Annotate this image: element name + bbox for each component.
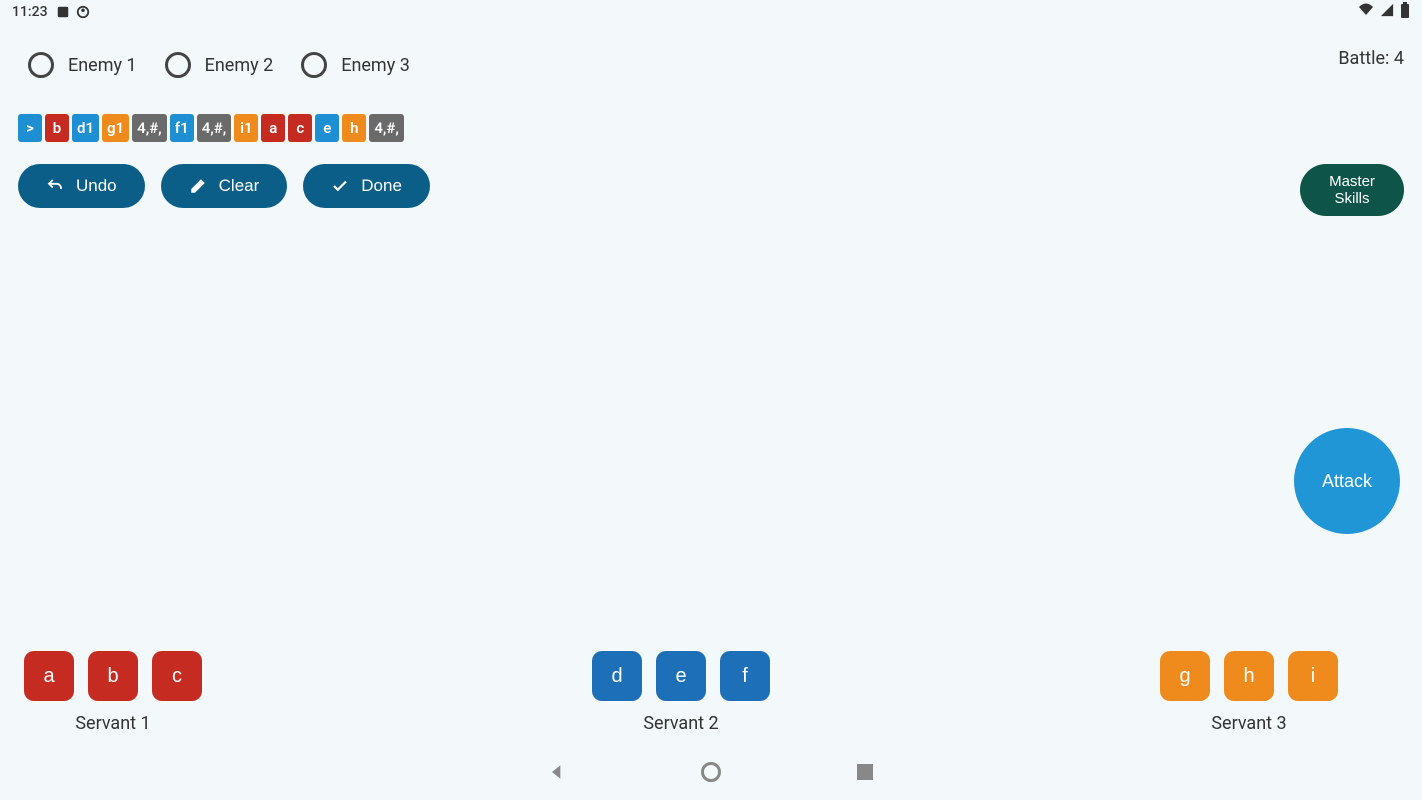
servant-group-2: d e f Servant 2 xyxy=(592,651,770,734)
master-skills-line1: Master xyxy=(1329,173,1375,190)
status-right xyxy=(1358,2,1410,22)
battle-counter: Battle: 4 xyxy=(1338,48,1404,69)
done-label: Done xyxy=(361,176,402,196)
enemy-label: Enemy 2 xyxy=(205,55,274,76)
radio-icon xyxy=(301,52,327,78)
action-buttons-row: Undo Clear Done xyxy=(18,164,430,208)
skill-a-button[interactable]: a xyxy=(24,651,74,701)
skill-d-button[interactable]: d xyxy=(592,651,642,701)
enemy-radio-2[interactable]: Enemy 2 xyxy=(165,52,274,78)
status-time: 11:23 xyxy=(12,4,48,20)
system-nav-bar xyxy=(0,744,1422,800)
attack-button[interactable]: Attack xyxy=(1294,428,1400,534)
skill-c-button[interactable]: c xyxy=(152,651,202,701)
skill-i-button[interactable]: i xyxy=(1288,651,1338,701)
enemy-radio-3[interactable]: Enemy 3 xyxy=(301,52,410,78)
enemy-radio-1[interactable]: Enemy 1 xyxy=(28,52,137,78)
app-icon xyxy=(56,5,70,19)
servant-2-skills: d e f xyxy=(592,651,770,701)
servant-1-label: Servant 1 xyxy=(75,713,150,734)
clear-button[interactable]: Clear xyxy=(161,164,288,208)
check-icon xyxy=(331,177,349,195)
seq-chip[interactable]: h xyxy=(342,114,366,142)
seq-chip[interactable]: 4,#, xyxy=(132,114,167,142)
signal-icon xyxy=(1380,3,1394,21)
undo-icon xyxy=(46,177,64,195)
servant-1-skills: a b c xyxy=(24,651,202,701)
attack-label: Attack xyxy=(1322,471,1372,491)
skill-b-button[interactable]: b xyxy=(88,651,138,701)
seq-chip[interactable]: g1 xyxy=(102,114,129,142)
square-icon xyxy=(857,764,873,780)
servant-group-3: g h i Servant 3 xyxy=(1160,651,1338,734)
nav-home-button[interactable] xyxy=(699,760,723,784)
skill-e-button[interactable]: e xyxy=(656,651,706,701)
seq-chip[interactable]: a xyxy=(261,114,285,142)
battle-label: Battle: xyxy=(1338,48,1389,69)
done-button[interactable]: Done xyxy=(303,164,430,208)
seq-chip[interactable]: d1 xyxy=(72,114,99,142)
servants-row: a b c Servant 1 d e f Servant 2 g h i Se… xyxy=(0,651,1422,734)
profile-icon xyxy=(76,5,90,19)
skill-h-button[interactable]: h xyxy=(1224,651,1274,701)
seq-chip[interactable]: f1 xyxy=(170,114,194,142)
circle-icon xyxy=(701,762,721,782)
seq-chip[interactable]: 4,#, xyxy=(369,114,404,142)
battle-value: 4 xyxy=(1394,48,1404,69)
master-skills-button[interactable]: Master Skills xyxy=(1300,164,1404,216)
skill-f-button[interactable]: f xyxy=(720,651,770,701)
servant-3-skills: g h i xyxy=(1160,651,1338,701)
radio-icon xyxy=(28,52,54,78)
master-skills-line2: Skills xyxy=(1334,190,1369,207)
skill-g-button[interactable]: g xyxy=(1160,651,1210,701)
clear-label: Clear xyxy=(219,176,260,196)
servant-group-1: a b c Servant 1 xyxy=(24,651,202,734)
seq-chip[interactable]: 4,#, xyxy=(197,114,232,142)
undo-button[interactable]: Undo xyxy=(18,164,145,208)
seq-chip[interactable]: b xyxy=(45,114,69,142)
enemy-label: Enemy 3 xyxy=(341,55,410,76)
skill-sequence-strip: > b d1 g1 4,#, f1 4,#, i1 a c e h 4,#, xyxy=(18,114,404,142)
status-bar: 11:23 xyxy=(0,0,1422,24)
seq-chip[interactable]: c xyxy=(288,114,312,142)
servant-2-label: Servant 2 xyxy=(643,713,718,734)
battery-icon xyxy=(1400,2,1410,22)
enemy-label: Enemy 1 xyxy=(68,55,137,76)
seq-chip[interactable]: > xyxy=(18,114,42,142)
nav-back-button[interactable] xyxy=(545,760,569,784)
wifi-icon xyxy=(1358,2,1374,22)
clear-icon xyxy=(189,177,207,195)
enemy-selector-row: Enemy 1 Enemy 2 Enemy 3 xyxy=(28,52,410,78)
servant-3-label: Servant 3 xyxy=(1211,713,1286,734)
undo-label: Undo xyxy=(76,176,117,196)
nav-recents-button[interactable] xyxy=(853,760,877,784)
seq-chip[interactable]: i1 xyxy=(234,114,258,142)
radio-icon xyxy=(165,52,191,78)
seq-chip[interactable]: e xyxy=(315,114,339,142)
